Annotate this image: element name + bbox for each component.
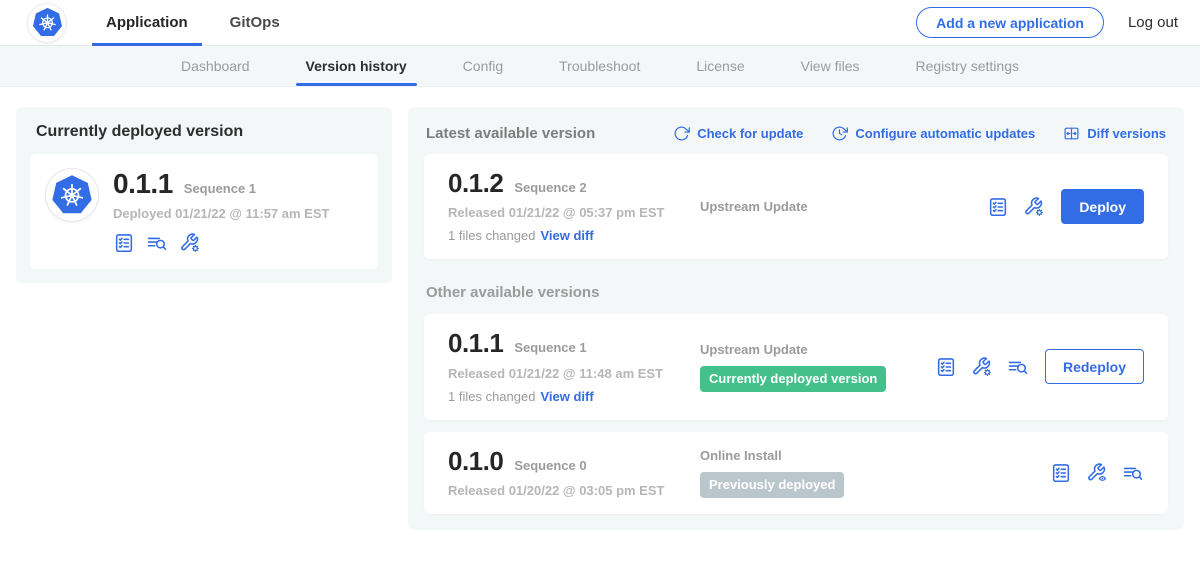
redeploy-button[interactable]: Redeploy [1045, 349, 1144, 384]
edit-config-icon[interactable] [1023, 196, 1045, 218]
tab-gitops-label: GitOps [230, 14, 280, 31]
diff-icon [1063, 125, 1080, 142]
deploy-logs-icon[interactable] [146, 232, 168, 254]
source-label: Upstream Update [700, 342, 935, 357]
version-source: Online Install Previously deployed [700, 448, 1050, 498]
release-notes-icon[interactable] [935, 356, 957, 378]
version-number: 0.1.1 [113, 169, 173, 198]
app-subnav: Dashboard Version history Config Trouble… [0, 46, 1200, 87]
deployed-timestamp: Deployed 01/21/22 @ 11:57 am EST [113, 206, 329, 221]
sequence-label: Sequence 1 [184, 181, 256, 196]
edit-config-icon[interactable] [971, 356, 993, 378]
version-info: 0.1.0 Sequence 0 Released 01/20/22 @ 03:… [448, 448, 700, 498]
released-timestamp: Released 01/21/22 @ 11:48 am EST [448, 366, 700, 381]
files-changed-row: 1 files changed View diff [448, 228, 700, 243]
deploy-logs-icon[interactable] [1007, 356, 1029, 378]
version-info: 0.1.2 Sequence 2 Released 01/21/22 @ 05:… [448, 170, 700, 243]
main-content: Currently deployed version 0.1.1 Sequenc… [0, 87, 1200, 530]
version-info: 0.1.1 Sequence 1 Released 01/21/22 @ 11:… [448, 330, 700, 403]
version-card-0-1-2: 0.1.2 Sequence 2 Released 01/21/22 @ 05:… [424, 154, 1168, 259]
subnav-item-view-files[interactable]: View files [799, 46, 862, 86]
kubernetes-helm-icon [32, 7, 63, 38]
version-source: Upstream Update [700, 199, 987, 214]
kubernetes-helm-icon [51, 174, 93, 216]
edit-config-icon[interactable] [179, 232, 201, 254]
version-action-icons [935, 356, 1029, 378]
configure-automatic-updates-label: Configure automatic updates [855, 126, 1035, 141]
released-timestamp: Released 01/21/22 @ 05:37 pm EST [448, 205, 700, 220]
currently-deployed-badge: Currently deployed version [700, 366, 886, 392]
diff-versions-label: Diff versions [1087, 126, 1166, 141]
source-label: Upstream Update [700, 199, 987, 214]
version-card-0-1-0: 0.1.0 Sequence 0 Released 01/20/22 @ 03:… [424, 432, 1168, 514]
sequence-label: Sequence 0 [514, 458, 586, 473]
app-icon [46, 169, 98, 221]
tab-gitops[interactable]: GitOps [216, 0, 294, 46]
files-changed-label: 1 files changed [448, 228, 535, 243]
source-label: Online Install [700, 448, 1050, 463]
files-changed-label: 1 files changed [448, 389, 535, 404]
view-diff-link[interactable]: View diff [540, 389, 593, 404]
sequence-label: Sequence 2 [514, 180, 586, 195]
panel-actions: Check for update Configure automatic upd… [673, 125, 1166, 142]
topnav-right: Add a new application Log out [916, 7, 1178, 38]
deploy-logs-icon[interactable] [1122, 462, 1144, 484]
version-action-icons [987, 196, 1045, 218]
view-config-icon[interactable] [1086, 462, 1108, 484]
deployed-card-title: Currently deployed version [36, 123, 372, 141]
app-tabs: Application GitOps [92, 0, 308, 46]
kubernetes-logo[interactable] [28, 4, 66, 42]
deployed-actions [113, 232, 329, 254]
deploy-button[interactable]: Deploy [1061, 189, 1144, 224]
configure-automatic-updates-link[interactable]: Configure automatic updates [831, 125, 1035, 142]
version-action-icons [1050, 462, 1144, 484]
latest-available-title: Latest available version [426, 125, 595, 142]
version-card-0-1-1: 0.1.1 Sequence 1 Released 01/21/22 @ 11:… [424, 314, 1168, 419]
version-number: 0.1.2 [448, 170, 503, 197]
version-history-panel: Latest available version Check for updat… [408, 107, 1184, 530]
schedule-update-icon [831, 125, 848, 142]
view-diff-link[interactable]: View diff [540, 228, 593, 243]
other-available-title: Other available versions [426, 284, 1166, 301]
deployed-version-card: 0.1.1 Sequence 1 Deployed 01/21/22 @ 11:… [30, 154, 378, 269]
release-notes-icon[interactable] [1050, 462, 1072, 484]
previously-deployed-badge: Previously deployed [700, 472, 844, 498]
add-application-button[interactable]: Add a new application [916, 7, 1104, 38]
version-actions: Deploy [987, 189, 1144, 224]
subnav-item-dashboard[interactable]: Dashboard [179, 46, 252, 86]
release-notes-icon[interactable] [987, 196, 1009, 218]
subnav-item-license[interactable]: License [694, 46, 746, 86]
logout-link[interactable]: Log out [1128, 14, 1178, 31]
check-for-update-label: Check for update [697, 126, 803, 141]
version-source: Upstream Update Currently deployed versi… [700, 342, 935, 392]
files-changed-row: 1 files changed View diff [448, 389, 700, 404]
refresh-icon [673, 125, 690, 142]
subnav-item-registry-settings[interactable]: Registry settings [914, 46, 1021, 86]
sequence-label: Sequence 1 [514, 340, 586, 355]
panel-header: Latest available version Check for updat… [424, 119, 1168, 154]
version-actions [1050, 462, 1144, 484]
subnav-item-config[interactable]: Config [461, 46, 505, 86]
version-number: 0.1.1 [448, 330, 503, 357]
diff-versions-link[interactable]: Diff versions [1063, 125, 1166, 142]
release-notes-icon[interactable] [113, 232, 135, 254]
version-number: 0.1.0 [448, 448, 503, 475]
version-actions: Redeploy [935, 349, 1144, 384]
subnav-item-version-history[interactable]: Version history [304, 46, 409, 86]
subnav-item-troubleshoot[interactable]: Troubleshoot [557, 46, 642, 86]
released-timestamp: Released 01/20/22 @ 03:05 pm EST [448, 483, 700, 498]
deployed-version-info: 0.1.1 Sequence 1 Deployed 01/21/22 @ 11:… [113, 169, 329, 254]
check-for-update-link[interactable]: Check for update [673, 125, 803, 142]
tab-application[interactable]: Application [92, 0, 202, 46]
top-navbar: Application GitOps Add a new application… [0, 0, 1200, 46]
currently-deployed-card: Currently deployed version 0.1.1 Sequenc… [16, 107, 392, 283]
tab-application-label: Application [106, 14, 188, 31]
